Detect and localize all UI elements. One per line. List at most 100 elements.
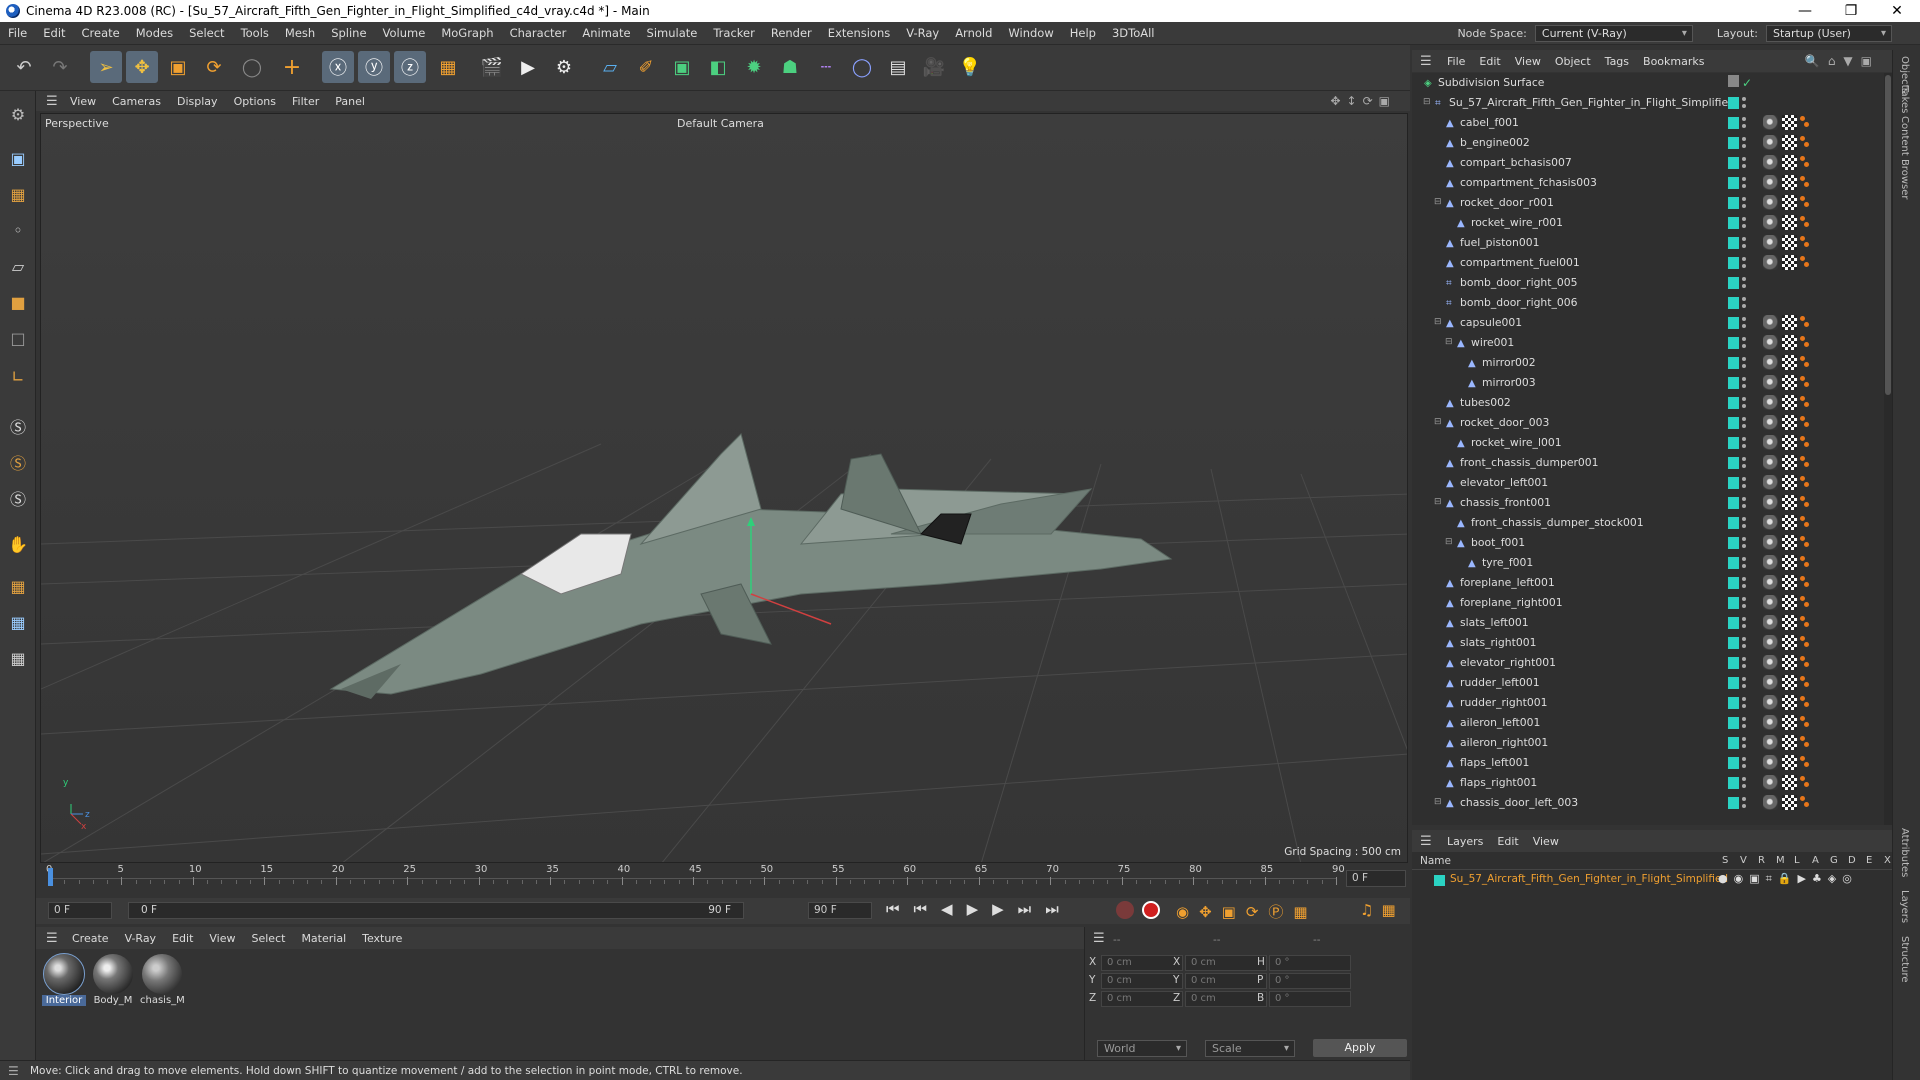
undo-icon[interactable]: ↶ xyxy=(8,51,40,83)
aircraft-model[interactable] xyxy=(329,433,1173,699)
phong-tag-icon[interactable] xyxy=(1800,756,1810,768)
polygons-mode-icon[interactable]: ■ xyxy=(3,287,33,317)
status-menu-icon[interactable]: ☰ xyxy=(8,1061,19,1080)
layer-column-header[interactable]: S xyxy=(1722,855,1728,866)
node-space-dropdown[interactable]: Current (V-Ray) xyxy=(1534,25,1693,42)
locked-workplane-icon[interactable]: ▦ xyxy=(3,643,33,673)
visibility-dots[interactable] xyxy=(1742,96,1746,110)
object-row[interactable]: ⊟ ▲ wire001 xyxy=(1412,333,1884,353)
menu-help[interactable]: Help xyxy=(1062,26,1104,40)
material-menu-select[interactable]: Select xyxy=(244,932,294,945)
dock-tab-layers[interactable]: Layers xyxy=(1899,890,1910,923)
visibility-dots[interactable] xyxy=(1742,776,1746,790)
phong-tag-icon[interactable] xyxy=(1800,556,1810,568)
material-tag-icon[interactable] xyxy=(1763,315,1778,330)
object-row[interactable]: ⊟ ▲ rocket_door_r001 xyxy=(1412,193,1884,213)
y-axis-lock-icon[interactable]: ⓨ xyxy=(358,51,390,83)
grid-icon[interactable]: ▦ xyxy=(3,607,33,637)
visibility-dots[interactable] xyxy=(1742,516,1746,530)
uvw-tag-icon[interactable] xyxy=(1782,155,1797,170)
layer-color-chip[interactable] xyxy=(1728,177,1739,189)
menu-mograph[interactable]: MoGraph xyxy=(433,26,501,40)
phong-tag-icon[interactable] xyxy=(1800,516,1810,528)
object-row[interactable]: ▲ fuel_piston001 xyxy=(1412,233,1884,253)
visibility-dots[interactable] xyxy=(1742,616,1746,630)
uvw-tag-icon[interactable] xyxy=(1782,215,1797,230)
x-axis-lock-icon[interactable]: ⓧ xyxy=(322,51,354,83)
previous-frame-icon[interactable]: ◀ xyxy=(941,900,967,918)
uvw-tag-icon[interactable] xyxy=(1782,495,1797,510)
solo-mode-icon[interactable]: Ⓢ xyxy=(3,411,33,441)
mograph-fracture-icon[interactable]: ☗ xyxy=(774,51,806,83)
uvw-tag-icon[interactable] xyxy=(1782,575,1797,590)
deformer-bend-icon[interactable]: ┄ xyxy=(810,51,842,83)
menu-file[interactable]: File xyxy=(0,26,35,40)
phong-tag-icon[interactable] xyxy=(1800,536,1810,548)
material-tag-icon[interactable] xyxy=(1763,595,1778,610)
menu-spline[interactable]: Spline xyxy=(323,26,374,40)
layer-column-header[interactable]: D xyxy=(1848,855,1856,866)
material-tag-icon[interactable] xyxy=(1763,455,1778,470)
coord-value-field[interactable]: 0 ° xyxy=(1269,955,1351,971)
menu-select[interactable]: Select xyxy=(181,26,232,40)
visibility-dots[interactable] xyxy=(1742,556,1746,570)
material-menu-create[interactable]: Create xyxy=(64,932,117,945)
material-menu-view[interactable]: View xyxy=(201,932,243,945)
material-tag-icon[interactable] xyxy=(1763,475,1778,490)
collapse-toggle-icon[interactable]: ⊟ xyxy=(1434,317,1444,327)
workplane-icon[interactable]: ▦ xyxy=(3,571,33,601)
collapse-toggle-icon[interactable]: ⊟ xyxy=(1445,537,1455,547)
uvw-tag-icon[interactable] xyxy=(1782,455,1797,470)
coord-value-field[interactable]: 0 cm xyxy=(1101,955,1183,971)
coordinate-space-dropdown[interactable]: World xyxy=(1097,1040,1187,1057)
coord-value-field[interactable]: 0 cm xyxy=(1185,973,1267,989)
material-tag-icon[interactable] xyxy=(1763,435,1778,450)
phong-tag-icon[interactable] xyxy=(1800,616,1810,628)
dock-tab-takes[interactable]: Takes xyxy=(1899,86,1910,113)
phong-tag-icon[interactable] xyxy=(1800,196,1810,208)
coordinate-system-icon[interactable]: ▦ xyxy=(432,51,464,83)
create-tool-icon[interactable]: + xyxy=(276,51,308,83)
layer-color-chip[interactable] xyxy=(1728,457,1739,469)
object-row[interactable]: ▲ aileron_left001 xyxy=(1412,713,1884,733)
object-row[interactable]: ▲ front_chassis_dumper001 xyxy=(1412,453,1884,473)
object-menu-file[interactable]: File xyxy=(1440,55,1472,68)
coord-value-field[interactable]: 0 ° xyxy=(1269,973,1351,989)
layer-color-chip[interactable] xyxy=(1728,297,1739,309)
visibility-dots[interactable] xyxy=(1742,436,1746,450)
uvw-tag-icon[interactable] xyxy=(1782,535,1797,550)
next-frame-icon[interactable]: ▶ xyxy=(992,900,1018,918)
uvw-tag-icon[interactable] xyxy=(1782,235,1797,250)
uvw-tag-icon[interactable] xyxy=(1782,415,1797,430)
visibility-dots[interactable] xyxy=(1742,216,1746,230)
extrude-generator-icon[interactable]: ◧ xyxy=(702,51,734,83)
object-menu-tags[interactable]: Tags xyxy=(1598,55,1636,68)
coordinate-mode-dropdown[interactable]: Scale xyxy=(1205,1040,1295,1057)
menu-mesh[interactable]: Mesh xyxy=(277,26,323,40)
layer-color-chip[interactable] xyxy=(1728,737,1739,749)
uvw-tag-icon[interactable] xyxy=(1782,515,1797,530)
object-row[interactable]: ⌗ bomb_door_right_005 xyxy=(1412,273,1884,293)
go-to-start-icon[interactable]: ⏮ xyxy=(886,900,914,918)
layer-color-chip[interactable] xyxy=(1728,477,1739,489)
layer-column-header[interactable]: G xyxy=(1830,855,1838,866)
layer-color-chip[interactable] xyxy=(1728,117,1739,129)
layer-color-chip[interactable] xyxy=(1728,237,1739,249)
perspective-viewport[interactable]: Perspective Default Camera y z x Grid Sp… xyxy=(40,113,1408,863)
viewport-menu-display[interactable]: Display xyxy=(169,95,226,108)
layer-color-chip[interactable] xyxy=(1728,797,1739,809)
visibility-dots[interactable] xyxy=(1742,236,1746,250)
layer-color-chip[interactable] xyxy=(1728,97,1739,109)
uvw-tag-icon[interactable] xyxy=(1782,315,1797,330)
visibility-dots[interactable] xyxy=(1742,156,1746,170)
layer-color-chip[interactable] xyxy=(1728,717,1739,729)
layer-menu-view[interactable]: View xyxy=(1526,835,1566,848)
visibility-dots[interactable] xyxy=(1742,396,1746,410)
object-row[interactable]: ▲ mirror003 xyxy=(1412,373,1884,393)
visibility-dots[interactable] xyxy=(1742,416,1746,430)
object-row[interactable]: ▲ b_engine002 xyxy=(1412,133,1884,153)
camera-icon[interactable]: 🎥 xyxy=(918,51,950,83)
layer-color-chip[interactable] xyxy=(1728,317,1739,329)
visibility-dots[interactable] xyxy=(1742,636,1746,650)
object-row[interactable]: ▲ foreplane_right001 xyxy=(1412,593,1884,613)
